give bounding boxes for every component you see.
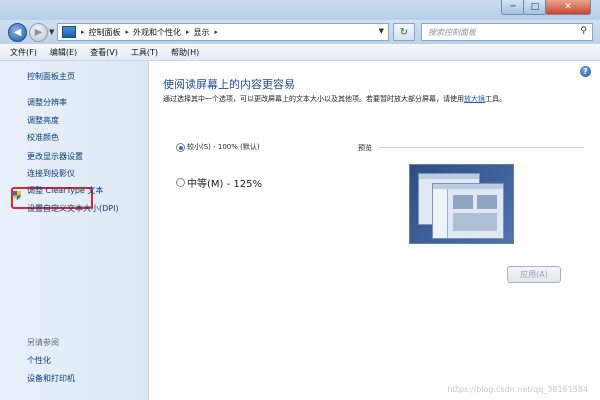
search-input[interactable]: 搜索控制面板 ⚲ bbox=[421, 23, 593, 41]
breadcrumb-separator[interactable]: ▸ bbox=[81, 28, 85, 36]
magnifier-link[interactable]: 放大镜 bbox=[464, 95, 485, 103]
apply-button[interactable]: 应用(A) bbox=[507, 266, 561, 283]
sidebar-item-calibrate-color[interactable]: 校准颜色 bbox=[27, 132, 59, 143]
sidebar-item-personalization[interactable]: 个性化 bbox=[27, 355, 51, 366]
preview-window-sidebar bbox=[433, 189, 448, 238]
search-icon[interactable]: ⚲ bbox=[580, 26, 587, 36]
menu-help[interactable]: 帮助(H) bbox=[171, 47, 199, 58]
breadcrumb-control-panel[interactable]: 控制面板 bbox=[89, 27, 121, 38]
recent-pages-dropdown-icon[interactable]: ▼ bbox=[49, 28, 54, 36]
description-text: 通过选择其中一个选项，可以更改屏幕上的文本大小以及其他项。若要暂时放大部分屏幕，… bbox=[163, 95, 464, 103]
breadcrumb-separator[interactable]: ▸ bbox=[215, 28, 219, 36]
refresh-button[interactable]: ↻ bbox=[393, 23, 415, 41]
description-text-suffix: 工具。 bbox=[485, 95, 506, 103]
preview-window-block bbox=[453, 213, 497, 231]
option-medium-label[interactable]: 中等(M) - 125% bbox=[187, 175, 262, 190]
menu-file[interactable]: 文件(F) bbox=[10, 47, 37, 58]
preview-window-block bbox=[477, 195, 497, 209]
sidebar-item-adjust-resolution[interactable]: 调整分辨率 bbox=[27, 97, 67, 108]
radio-smaller[interactable] bbox=[176, 143, 185, 152]
see-also-heading: 另请参阅 bbox=[27, 338, 59, 347]
breadcrumb-separator[interactable]: ▸ bbox=[186, 28, 190, 36]
sidebar-item-change-display-settings[interactable]: 更改显示器设置 bbox=[27, 151, 83, 162]
page-description: 通过选择其中一个选项，可以更改屏幕上的文本大小以及其他项。若要暂时放大部分屏幕，… bbox=[163, 94, 506, 104]
minimize-button[interactable]: ─ bbox=[501, 0, 525, 15]
maximize-button[interactable]: □ bbox=[523, 0, 547, 15]
address-bar[interactable]: ▸ 控制面板 ▸ 外观和个性化 ▸ 显示 ▸ ▼ bbox=[57, 23, 389, 41]
help-icon[interactable]: ? bbox=[580, 66, 591, 77]
search-placeholder: 搜索控制面板 bbox=[428, 27, 476, 37]
breadcrumb-display[interactable]: 显示 bbox=[194, 27, 210, 38]
menu-tools[interactable]: 工具(T) bbox=[131, 47, 158, 58]
preview-label: 预览 bbox=[358, 144, 372, 152]
menu-bar: 文件(F) 编辑(E) 查看(V) 工具(T) 帮助(H) bbox=[0, 44, 600, 61]
back-button[interactable]: ◀ bbox=[8, 23, 27, 42]
preview-window-front bbox=[432, 183, 504, 239]
control-panel-icon bbox=[62, 26, 76, 38]
forward-button[interactable]: ▶ bbox=[29, 23, 48, 42]
sidebar: 控制面板主页 调整分辨率 调整亮度 校准颜色 更改显示器设置 连接到投影仪 调整… bbox=[0, 61, 149, 400]
address-dropdown-icon[interactable]: ▼ bbox=[379, 27, 384, 35]
sidebar-item-connect-projector[interactable]: 连接到投影仪 bbox=[27, 168, 75, 179]
preview-divider bbox=[378, 147, 584, 148]
sidebar-item-custom-dpi[interactable]: 设置自定义文本大小(DPI) bbox=[27, 203, 119, 214]
option-smaller-label[interactable]: 较小(S) - 100% (默认) bbox=[187, 142, 260, 152]
main-content: ? 使阅读屏幕上的内容更容易 通过选择其中一个选项，可以更改屏幕上的文本大小以及… bbox=[149, 61, 600, 400]
breadcrumb-separator[interactable]: ▸ bbox=[126, 28, 130, 36]
breadcrumb-appearance[interactable]: 外观和个性化 bbox=[133, 27, 181, 38]
radio-medium[interactable] bbox=[176, 178, 185, 187]
preview-image bbox=[409, 164, 514, 244]
page-title: 使阅读屏幕上的内容更容易 bbox=[163, 78, 295, 91]
sidebar-item-cleartype[interactable]: 调整 ClearType 文本 bbox=[27, 185, 103, 196]
navigation-toolbar: ◀ ▶ ▼ ▸ 控制面板 ▸ 外观和个性化 ▸ 显示 ▸ ▼ ↻ 搜索控制面板 … bbox=[0, 20, 600, 44]
menu-edit[interactable]: 编辑(E) bbox=[50, 47, 77, 58]
preview-window-titlebar bbox=[419, 174, 479, 179]
close-button[interactable]: ✕ bbox=[545, 0, 591, 15]
preview-window-block bbox=[453, 195, 473, 209]
shield-icon bbox=[13, 191, 21, 200]
watermark: https://blog.csdn.net/qq_38161584 bbox=[447, 385, 588, 394]
sidebar-item-adjust-brightness[interactable]: 调整亮度 bbox=[27, 115, 59, 126]
sidebar-item-control-panel-home[interactable]: 控制面板主页 bbox=[27, 71, 75, 82]
window-title-bar: ─ □ ✕ bbox=[0, 0, 600, 20]
menu-view[interactable]: 查看(V) bbox=[90, 47, 118, 58]
sidebar-item-devices-printers[interactable]: 设备和打印机 bbox=[27, 373, 75, 384]
